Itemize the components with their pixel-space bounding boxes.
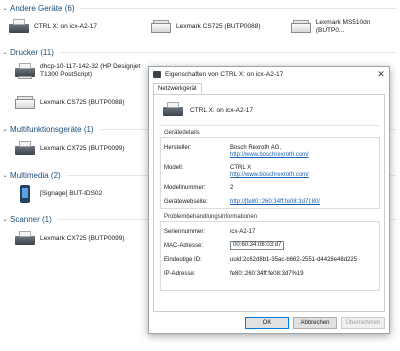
printer-icon [14,94,36,112]
media-device-icon [14,185,36,203]
chevron-down-icon: ⌄ [2,126,8,133]
mac-field[interactable]: 00:60:34:08:03:d7 [230,241,285,250]
serial-label: Seriennummer: [164,229,206,235]
troubleshoot-section-label: Problembehandlungsinformationen [164,214,258,220]
divider [80,7,396,9]
group-header-printers[interactable]: ⌄ Drucker (11) [0,46,400,58]
device-label: CTRL X: on icx-A2-17 [34,23,97,30]
device-item[interactable]: Lexmark CX725 (BUTP0099) [14,140,125,158]
uid-label: Eindeutige ID: [164,257,202,263]
uid-value: uuid:2c62d8b1-35ac-b662-2551-d4428e48d22… [230,257,358,263]
tab-network-device[interactable]: Netzwerkgerät [153,83,202,94]
printer-icon [290,18,312,36]
details-section-label: Gerätedetails [164,130,200,136]
divider [59,51,396,53]
close-icon[interactable]: ✕ [373,69,389,80]
mac-value[interactable]: 00:60:34:08:03:d7 [230,241,285,250]
device-name: CTRL X: on icx-A2-17 [190,106,253,114]
manufacturer-link[interactable]: http://www.boschrexroth.com/ [230,152,309,160]
model-link[interactable]: http://www.boschrexroth.com/ [230,172,309,180]
website-label: Gerätewebseite: [164,199,208,205]
tab-panel: CTRL X: on icx-A2-17 Gerätedetails Herst… [153,94,385,312]
divider [160,125,380,126]
properties-dialog: Eigenschaften von CTRL X: on icx-A2-17 ✕… [148,66,390,334]
chevron-down-icon: ⌄ [2,216,8,223]
device-label: [Signage] BUT-IDS02 [40,190,103,197]
group-title: Multimedia (2) [10,170,61,180]
device-item[interactable]: Lexmark CS725 (BUTP0088) [14,94,125,112]
scanner-icon [14,230,36,248]
printer-icon [150,18,172,36]
tab-bar: Netzwerkgerät [153,83,202,94]
model-label: Modell: [164,165,184,171]
group-header-other[interactable]: ⌄ Andere Geräte (6) [0,2,400,14]
controller-icon [162,101,184,119]
group-title: Andere Geräte (6) [10,3,75,13]
device-label: Lexmark CS725 (BUTP0088) [176,23,261,30]
device-item[interactable]: Lexmark CS725 (BUTP0088) [150,18,261,36]
ip-label: IP-Adresse: [164,271,196,277]
serial-value: icx-A2-17 [230,229,256,235]
device-label: Lexmark MS510dn (BUTP0... [315,19,371,34]
group-title: Drucker (11) [10,47,54,57]
group-title: Scanner (1) [10,214,52,224]
cancel-button[interactable]: Abbrechen [293,317,337,329]
device-item[interactable]: Lexmark MS510dn (BUTP0... [290,18,400,36]
chevron-down-icon: ⌄ [2,172,8,179]
model-number-label: Modellnummer: [164,185,206,191]
manufacturer-label: Hersteller: [164,145,192,151]
device-label: Lexmark CX725 (BUTP0099) [40,145,125,152]
dialog-titlebar[interactable]: Eigenschaften von CTRL X: on icx-A2-17 ✕ [149,67,389,82]
chevron-down-icon: ⌄ [2,5,8,12]
printer-icon [14,62,36,80]
dialog-buttons: OK Abbrechen Übernehmen [245,317,385,329]
device-item[interactable]: Lexmark CX725 (BUTP0099) [14,230,125,248]
ip-value: fe80::260:34ff:fe08:3d7%19 [230,271,304,277]
device-label: dhcp-10-117-142-32 (HP Designjet T1300 P… [40,63,141,78]
device-item[interactable]: [Signage] BUT-IDS02 [14,185,102,203]
ok-button[interactable]: OK [245,317,289,329]
device-item[interactable]: CTRL X: on icx-A2-17 [8,18,97,36]
device-label: Lexmark CS725 (BUTP0088) [40,99,125,106]
group-title: Multifunktionsgeräte (1) [10,124,94,134]
device-icon [153,71,161,78]
website-link[interactable]: http://[fe80::260:34ff:fe08:3d7]:80/ [230,199,320,207]
device-label: Lexmark CX725 (BUTP0099) [40,235,125,242]
dialog-title: Eigenschaften von CTRL X: on icx-A2-17 [165,71,284,78]
printer-icon [14,140,36,158]
model-number-value: 2 [230,185,234,191]
controller-icon [8,18,30,36]
chevron-down-icon: ⌄ [2,49,8,56]
apply-button[interactable]: Übernehmen [341,317,385,329]
mac-label: MAC-Adresse: [164,243,204,249]
device-header: CTRL X: on icx-A2-17 [162,101,253,119]
device-item[interactable]: dhcp-10-117-142-32 (HP Designjet T1300 P… [14,62,140,80]
